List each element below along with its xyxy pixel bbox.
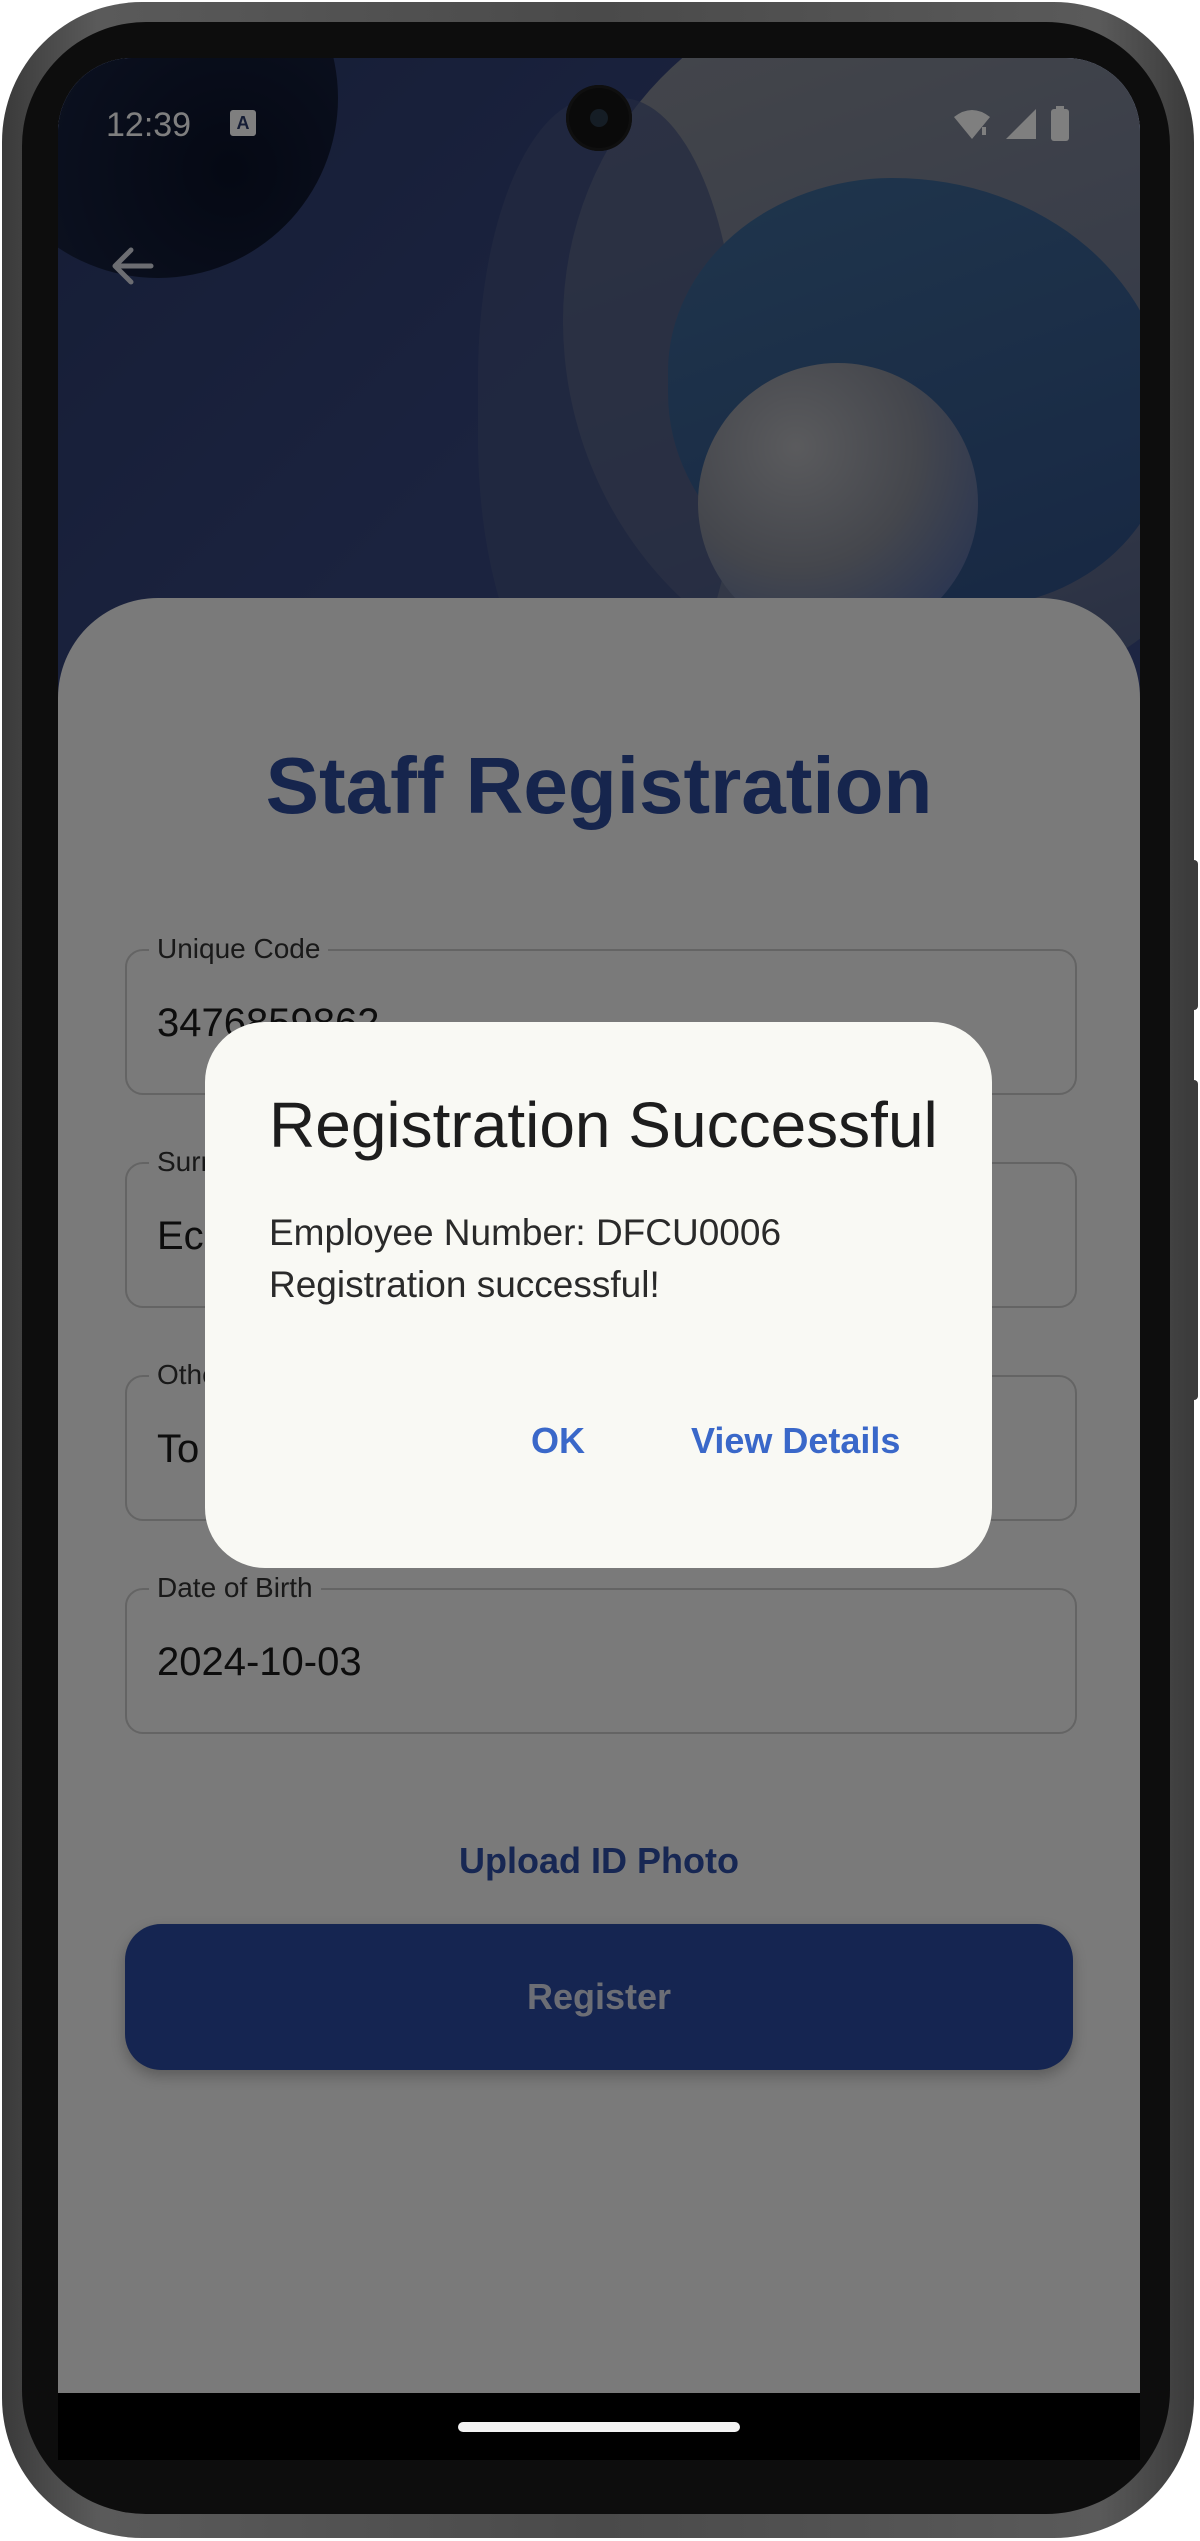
power-button <box>1190 860 1198 1010</box>
screen: 12:39 A Staff Registration Unique Code 3… <box>58 58 1140 2460</box>
dialog-title: Registration Successful <box>269 1089 938 1161</box>
success-dialog: Registration Successful Employee Number:… <box>205 1022 992 1568</box>
employee-number-text: Employee Number: DFCU0006 <box>269 1212 782 1253</box>
volume-button <box>1190 1080 1198 1400</box>
view-details-button[interactable]: View Details <box>691 1420 900 1462</box>
success-message-text: Registration successful! <box>269 1264 660 1305</box>
ok-button[interactable]: OK <box>531 1420 585 1462</box>
home-indicator[interactable] <box>458 2422 740 2432</box>
